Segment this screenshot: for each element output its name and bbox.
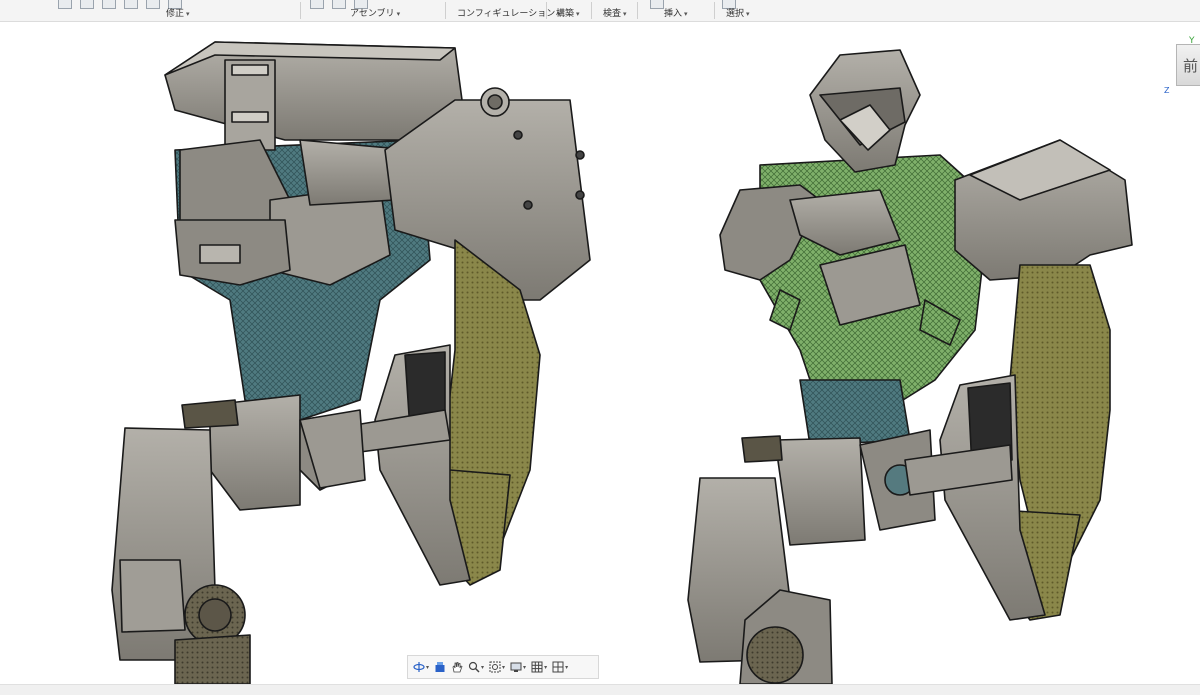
- ribbon-separator: [591, 2, 592, 19]
- select-tool-icons: [722, 0, 744, 9]
- status-bar: [0, 684, 1200, 695]
- viewports-caret[interactable]: ▾: [565, 664, 568, 671]
- ribbon-separator: [637, 2, 638, 19]
- right-robot: [687, 49, 1133, 684]
- grid-button[interactable]: ▾: [531, 661, 547, 673]
- left-robot: [111, 41, 591, 684]
- zoom-caret[interactable]: ▾: [481, 664, 484, 671]
- zoom-icon: [468, 661, 480, 673]
- viewcube[interactable]: Y 前 Z: [1164, 36, 1200, 96]
- canvas-viewport[interactable]: [0, 22, 1200, 684]
- ribbon-label-inspect[interactable]: 検査 ▾: [603, 6, 627, 19]
- fit-window-icon: [489, 661, 501, 673]
- ribbon-label-assembly[interactable]: アセンブリ ▾: [350, 6, 400, 19]
- modify-tool-icons: [58, 0, 190, 9]
- ribbon-separator: [445, 2, 446, 19]
- pan-hand-icon: [451, 661, 463, 673]
- viewports-button[interactable]: ▾: [552, 661, 568, 673]
- orbit-icon: [413, 661, 425, 673]
- ribbon-group-construct[interactable]: 構築 ▾: [556, 0, 596, 21]
- display-caret[interactable]: ▾: [523, 664, 526, 671]
- ribbon-label-insert[interactable]: 挿入 ▾: [664, 6, 688, 19]
- display-settings-icon: [510, 661, 522, 673]
- grid-icon: [531, 661, 543, 673]
- assembly-tool-icons: [310, 0, 376, 9]
- robot-models-render: [111, 41, 1133, 684]
- ribbon-group-modify[interactable]: 修正 ▾: [58, 0, 288, 21]
- pan-button[interactable]: [451, 661, 463, 673]
- toolbar-ribbon: 修正 ▾ アセンブリ ▾ コンフィギュレーション ▾ 構築 ▾ 検査 ▾ 挿入 ▾ 選択 ▾: [0, 0, 1200, 22]
- ribbon-group-insert[interactable]: 挿入 ▾: [650, 0, 710, 21]
- grid-caret[interactable]: ▾: [544, 664, 547, 671]
- ribbon-group-configuration[interactable]: コンフィギュレーション ▾: [455, 0, 561, 21]
- viewports-icon: [552, 661, 564, 673]
- display-settings-button[interactable]: ▾: [510, 661, 526, 673]
- look-at-button[interactable]: [434, 661, 446, 673]
- zoom-button[interactable]: ▾: [468, 661, 484, 673]
- orbit-button[interactable]: ▾: [413, 661, 429, 673]
- ribbon-group-assembly[interactable]: アセンブリ ▾: [310, 0, 440, 21]
- insert-tool-icons: [650, 0, 672, 9]
- fit-caret[interactable]: ▾: [502, 664, 505, 671]
- ribbon-separator: [300, 2, 301, 19]
- ribbon-label-select[interactable]: 選択 ▾: [726, 6, 750, 19]
- ribbon-label-modify[interactable]: 修正 ▾: [166, 6, 190, 19]
- ribbon-group-select[interactable]: 選択 ▾: [722, 0, 772, 21]
- orbit-caret[interactable]: ▾: [426, 664, 429, 671]
- ribbon-separator: [714, 2, 715, 19]
- viewcube-front-face[interactable]: 前: [1176, 44, 1200, 86]
- ribbon-separator: [546, 2, 547, 19]
- navigation-bar: ▾ ▾ ▾ ▾ ▾ ▾: [407, 655, 599, 679]
- ribbon-label-construct[interactable]: 構築 ▾: [556, 6, 580, 19]
- look-at-icon: [434, 661, 446, 673]
- axis-z-label: Z: [1164, 86, 1170, 95]
- fit-window-button[interactable]: ▾: [489, 661, 505, 673]
